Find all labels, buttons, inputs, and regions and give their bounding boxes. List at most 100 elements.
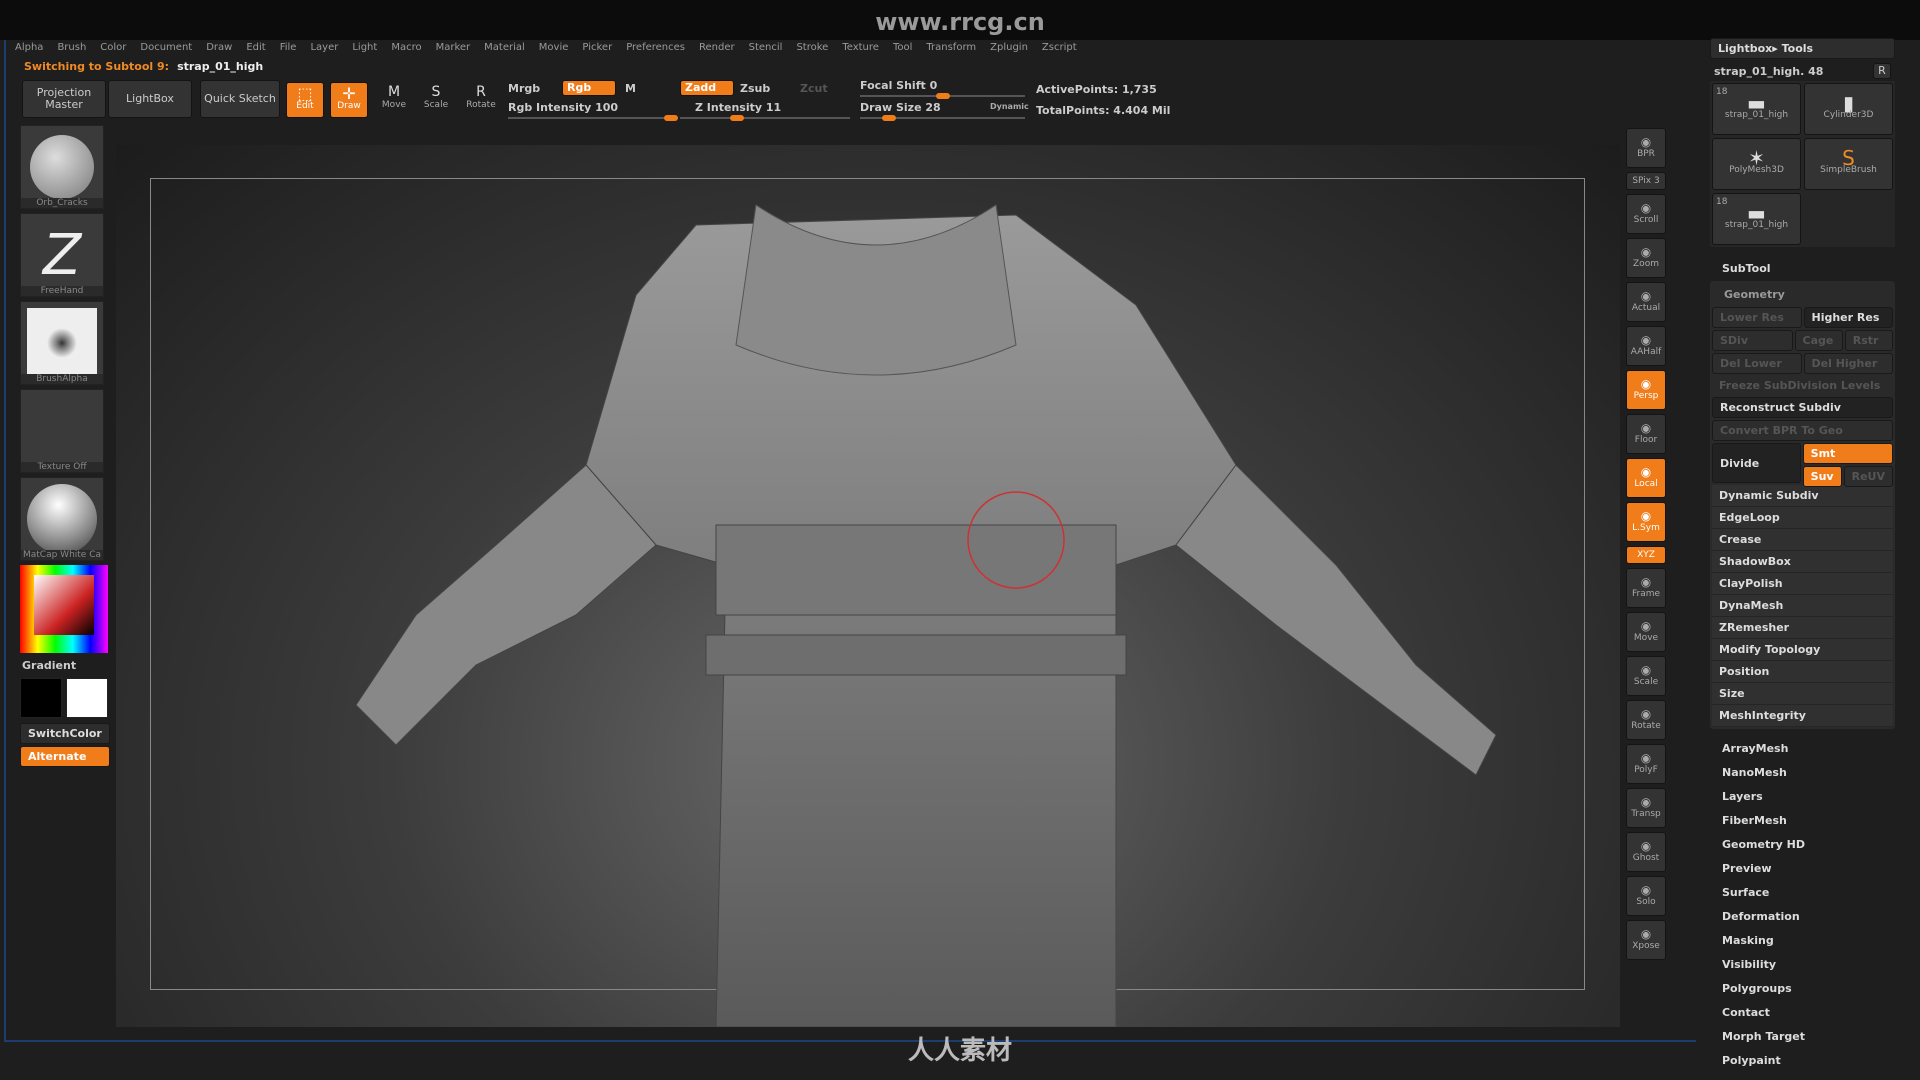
draw-button[interactable]: ✛ Draw [330,82,368,118]
menu-edit[interactable]: Edit [239,40,272,58]
texture-selector[interactable]: Texture Off [20,389,104,473]
menu-picker[interactable]: Picker [575,40,619,58]
r-button[interactable]: R [1873,63,1891,79]
lightbox-tools-header[interactable]: Lightbox▸ Tools [1710,38,1895,59]
menu-texture[interactable]: Texture [835,40,886,58]
geometry-item-claypolish[interactable]: ClayPolish [1712,573,1893,595]
section-nanomesh[interactable]: NanoMesh [1710,761,1895,785]
lightbox-button[interactable]: LightBox [108,80,192,118]
shelf-scroll-button[interactable]: ◉ Scroll [1626,194,1666,234]
cage-button[interactable]: Cage [1794,330,1843,351]
suv-toggle[interactable]: Suv [1802,466,1842,487]
menu-layer[interactable]: Layer [303,40,345,58]
menu-file[interactable]: File [273,40,304,58]
shelf-xpose-button[interactable]: ◉ Xpose [1626,920,1666,960]
shelf-frame-button[interactable]: ◉ Frame [1626,568,1666,608]
geometry-item-zremesher[interactable]: ZRemesher [1712,617,1893,639]
menu-marker[interactable]: Marker [429,40,478,58]
reconstruct-subdiv-button[interactable]: Reconstruct Subdiv [1712,397,1893,418]
move-button[interactable]: M Move [376,84,412,110]
menu-light[interactable]: Light [345,40,384,58]
tool-thumb[interactable]: ▮ Cylinder3D [1804,83,1893,135]
menu-color[interactable]: Color [93,40,133,58]
subtool-section[interactable]: SubTool [1710,257,1895,281]
menu-movie[interactable]: Movie [532,40,576,58]
freeze-subdivision-button[interactable]: Freeze SubDivision Levels [1712,376,1893,395]
shelf-floor-button[interactable]: ◉ Floor [1626,414,1666,454]
menu-stencil[interactable]: Stencil [742,40,790,58]
section-contact[interactable]: Contact [1710,1001,1895,1025]
section-visibility[interactable]: Visibility [1710,953,1895,977]
alpha-selector[interactable]: BrushAlpha [20,301,104,385]
geometry-item-dynamesh[interactable]: DynaMesh [1712,595,1893,617]
convert-bpr-button[interactable]: Convert BPR To Geo [1712,420,1893,441]
menu-material[interactable]: Material [477,40,532,58]
tool-thumb[interactable]: 18 ▬ strap_01_high [1712,83,1801,135]
shelf-spix3-button[interactable]: SPix 3 [1626,172,1666,190]
rgb-intensity-slider[interactable] [508,115,678,121]
zcut-button[interactable]: Zcut [800,82,828,95]
shelf-rotate-button[interactable]: ◉ Rotate [1626,700,1666,740]
sdiv-slider[interactable]: SDiv [1712,330,1793,351]
switch-color-button[interactable]: SwitchColor [20,723,110,744]
mrgb-button[interactable]: Mrgb [508,82,540,95]
menu-document[interactable]: Document [133,40,199,58]
primary-color-swatch[interactable] [20,678,62,718]
shelf-transp-button[interactable]: ◉ Transp [1626,788,1666,828]
m-button[interactable]: M [625,82,636,95]
rgb-button[interactable]: Rgb [562,80,616,96]
section-masking[interactable]: Masking [1710,929,1895,953]
menu-brush[interactable]: Brush [50,40,93,58]
scale-button[interactable]: S Scale [418,84,454,110]
quick-sketch-button[interactable]: Quick Sketch [200,80,280,118]
projection-master-button[interactable]: Projection Master [22,80,106,118]
section-arraymesh[interactable]: ArrayMesh [1710,737,1895,761]
del-higher-button[interactable]: Del Higher [1803,353,1893,374]
rstr-button[interactable]: Rstr [1844,330,1893,351]
menu-transform[interactable]: Transform [919,40,983,58]
tool-thumb[interactable]: S SimpleBrush [1804,138,1893,190]
tool-thumb[interactable]: 18 ▬ strap_01_high [1712,193,1801,245]
section-surface[interactable]: Surface [1710,881,1895,905]
shelf-bpr-button[interactable]: ◉ BPR [1626,128,1666,168]
draw-size-slider[interactable] [860,115,1025,121]
menu-zscript[interactable]: Zscript [1035,40,1084,58]
geometry-item-position[interactable]: Position [1712,661,1893,683]
geometry-item-meshintegrity[interactable]: MeshIntegrity [1712,705,1893,727]
higher-res-button[interactable]: Higher Res [1803,307,1893,328]
menu-tool[interactable]: Tool [886,40,919,58]
menu-stroke[interactable]: Stroke [789,40,835,58]
menu-zplugin[interactable]: Zplugin [983,40,1035,58]
secondary-color-swatch[interactable] [66,678,108,718]
rotate-button[interactable]: R Rotate [462,84,500,110]
section-preview[interactable]: Preview [1710,857,1895,881]
material-selector[interactable]: MatCap White Ca [20,477,104,561]
shelf-xyz-button[interactable]: XYZ [1626,546,1666,564]
alternate-button[interactable]: Alternate [20,746,110,767]
geometry-section[interactable]: Geometry [1712,283,1893,307]
shelf-actual-button[interactable]: ◉ Actual [1626,282,1666,322]
canvas-viewport[interactable] [116,145,1620,1027]
shelf-ghost-button[interactable]: ◉ Ghost [1626,832,1666,872]
menu-draw[interactable]: Draw [199,40,239,58]
brush-selector[interactable]: Orb_Cracks [20,125,104,209]
shelf-move-button[interactable]: ◉ Move [1626,612,1666,652]
color-picker[interactable] [20,565,108,653]
shelf-scale-button[interactable]: ◉ Scale [1626,656,1666,696]
shelf-lsym-button[interactable]: ◉ L.Sym [1626,502,1666,542]
menu-render[interactable]: Render [692,40,742,58]
section-polygroups[interactable]: Polygroups [1710,977,1895,1001]
shelf-solo-button[interactable]: ◉ Solo [1626,876,1666,916]
del-lower-button[interactable]: Del Lower [1712,353,1802,374]
tool-thumb[interactable]: ✶ PolyMesh3D [1712,138,1801,190]
z-intensity-slider[interactable] [680,115,850,121]
geometry-item-edgeloop[interactable]: EdgeLoop [1712,507,1893,529]
menu-preferences[interactable]: Preferences [619,40,692,58]
shelf-aahalf-button[interactable]: ◉ AAHalf [1626,326,1666,366]
divide-button[interactable]: Divide [1712,443,1801,483]
dynamic-toggle[interactable]: Dynamic [990,102,1029,111]
lower-res-button[interactable]: Lower Res [1712,307,1802,328]
section-layers[interactable]: Layers [1710,785,1895,809]
menu-macro[interactable]: Macro [384,40,428,58]
focal-shift-slider[interactable] [860,93,1025,99]
